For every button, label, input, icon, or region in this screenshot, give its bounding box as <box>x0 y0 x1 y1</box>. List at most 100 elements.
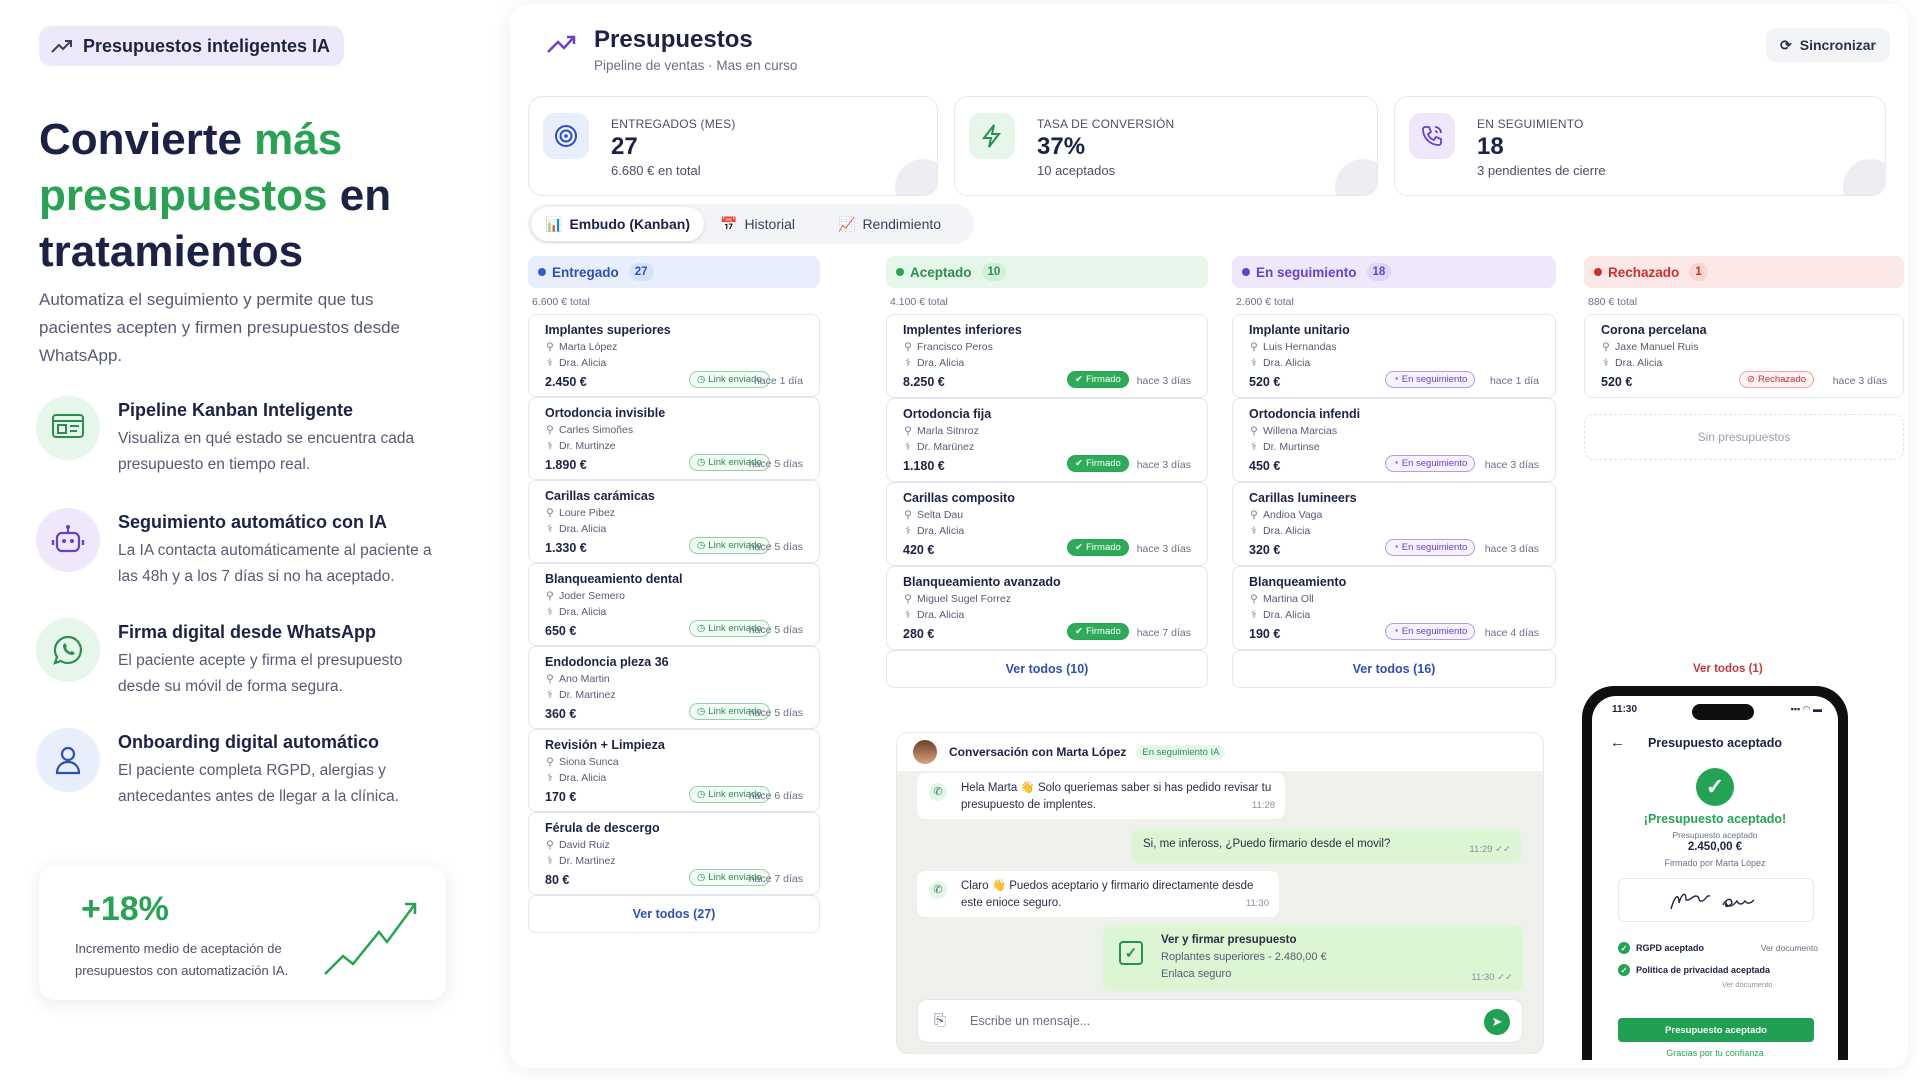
status-icon: ◷ <box>697 789 706 800</box>
quote-price: 80 € <box>545 873 570 887</box>
quote-card[interactable]: Férula de descergo ⚲ David Ruiz ⚕ Dr. Martin… <box>528 812 820 895</box>
quote-card[interactable]: Revisión + Limpieza ⚲ Siona Sunca ⚕ Dra. Ali… <box>528 729 820 812</box>
quote-card[interactable]: Blanqueamiento dental ⚲ Joder Semero ⚕ Dra. … <box>528 563 820 646</box>
rejected-view-all[interactable]: Ver todos (1) <box>1693 663 1763 675</box>
doctor-name: Dra. Alicia <box>559 523 607 535</box>
quote-card[interactable]: Carillas lumineers ⚲ Andioa Vaga ⚕ Dra. Alic… <box>1232 482 1556 566</box>
view-all-link[interactable]: Ver todos (10) <box>886 650 1208 688</box>
quote-age: hace 5 días <box>748 624 803 636</box>
rgpd-label: RGPD aceptado <box>1636 943 1705 953</box>
status-badge: ◔ En seguimiento <box>1385 371 1476 388</box>
column-count: 18 <box>1366 263 1392 281</box>
column-total: 2.600 € total <box>1236 296 1294 308</box>
message-text: Si, me infeross, ¿Puedo firmario desde e… <box>1143 838 1391 850</box>
kpi-sub: 6.680 € en total <box>611 163 701 178</box>
feature-desc: El paciente completa RGPD, alergias y an… <box>118 762 399 805</box>
patient-name: Loure Pibez <box>559 507 616 519</box>
sign-card-link: Enlaca seguro <box>1161 968 1232 980</box>
quote-card[interactable]: Blanqueamiento avanzado ⚲ Miguel Sugel For… <box>886 566 1208 650</box>
patient-name: Martina Oll <box>1263 593 1314 605</box>
status-dot <box>896 268 904 276</box>
patient-row: ⚲ Siona Sunca <box>545 756 618 768</box>
tab-kanban[interactable]: 📊 Embudo (Kanban) <box>531 207 704 241</box>
promo-pill-label: Presupuestos inteligentes IA <box>83 35 331 56</box>
view-document-link[interactable]: Ver documento <box>1722 980 1772 989</box>
quote-card[interactable]: Implante unitario ⚲ Luis Hernandas ⚕ Dra. Al… <box>1232 314 1556 398</box>
user-icon: ⚲ <box>904 341 912 353</box>
message-input[interactable]: ⎘ Escribe un mensaje... ➤ <box>917 999 1523 1043</box>
quote-card[interactable]: Corona percelana ⚲ Jaxe Manuel Ruis ⚕ Dra. A… <box>1584 314 1904 398</box>
stethoscope-icon: ⚕ <box>1251 357 1257 369</box>
quote-card[interactable]: Blanqueamiento ⚲ Martina Oll ⚕ Dra. Alicia 19… <box>1232 566 1556 650</box>
patient-row: ⚲ Selta Dau <box>903 509 963 521</box>
status-icon: ◷ <box>697 540 706 551</box>
tab-historial[interactable]: 📅 Historial <box>706 207 809 241</box>
column-header[interactable]: En seguimiento 18 <box>1232 256 1556 288</box>
stethoscope-icon: ⚕ <box>547 689 553 701</box>
robot-icon <box>36 508 100 572</box>
rgpd-row: ✓ RGPD aceptado Ver documento <box>1618 942 1818 954</box>
quote-price: 1.890 € <box>545 458 587 472</box>
chat-title: Conversación con Marta López <box>949 745 1127 759</box>
quote-treatment: Blanqueamiento <box>1249 575 1347 589</box>
sync-label: Sincronizar <box>1799 37 1876 53</box>
kanban-column: Aceptado 10 4.100 € total Implentes inferio… <box>886 256 1208 688</box>
column-title: Aceptado <box>910 264 972 280</box>
patient-row: ⚲ Willena Marcias <box>1249 425 1337 437</box>
feature-title: Pipeline Kanban Inteligente <box>118 400 354 420</box>
kanban-icon <box>36 396 100 460</box>
column-count: 10 <box>981 263 1007 281</box>
quote-card[interactable]: Implantes superiores ⚲ Marta López ⚕ Dra. Al… <box>528 314 820 397</box>
trend-up-icon <box>547 35 576 53</box>
quote-card[interactable]: Carillas carámicas ⚲ Loure Pibez ⚕ Dra. Alic… <box>528 480 820 563</box>
status-badge: ✔ Firmado <box>1067 371 1129 388</box>
chat-status-badge: En seguimiento IA <box>1136 744 1226 760</box>
view-all-link[interactable]: Ver todos (27) <box>528 895 820 933</box>
column-count: 1 <box>1689 263 1708 281</box>
paperclip-icon[interactable]: ⎘ <box>934 1012 946 1029</box>
doctor-row: ⚕ Dra. Alicia <box>545 772 606 784</box>
doctor-name: Dra. Alicia <box>559 357 607 369</box>
doctor-row: ⚕ Dra. Alicia <box>1601 357 1662 369</box>
send-icon[interactable]: ➤ <box>1484 1009 1510 1035</box>
tab-rendimiento[interactable]: 📈 Rendimiento <box>824 207 955 241</box>
view-document-link[interactable]: Ver documento <box>1761 943 1818 953</box>
feature-title: Onboarding digital automático <box>118 732 379 752</box>
accepted-button[interactable]: Presupuesto aceptado <box>1618 1018 1814 1042</box>
accepted-heading: ¡Presupuesto aceptado! <box>1643 812 1787 826</box>
quote-card[interactable]: Ortodoncia fija ⚲ Marla Sitnroz ⚕ Dr. Marüne… <box>886 398 1208 482</box>
growth-chart-icon <box>324 902 417 975</box>
column-title: Rechazado <box>1608 264 1680 280</box>
status-badge-label: En seguimiento <box>1401 374 1468 385</box>
user-icon: ⚲ <box>546 590 554 602</box>
quote-card[interactable]: Implentes inferiores ⚲ Francisco Peros ⚕ Dra… <box>886 314 1208 398</box>
bolt-icon <box>969 113 1015 159</box>
doctor-name: Dr. Martinez <box>559 689 616 701</box>
column-header[interactable]: Aceptado 10 <box>886 256 1208 288</box>
sync-button[interactable]: ⟳ Sincronizar <box>1766 28 1890 62</box>
privacy-row: ✓ Política de privacidad aceptada <box>1618 964 1818 976</box>
status-badge: ◔ En seguimiento <box>1385 539 1476 556</box>
quote-treatment: Ortodoncia fija <box>903 407 992 421</box>
view-all-link[interactable]: Ver todos (16) <box>1232 650 1556 688</box>
doctor-name: Dra. Alicia <box>917 525 965 537</box>
quote-card[interactable]: Carillas composito ⚲ Selta Dau ⚕ Dra. Alicia… <box>886 482 1208 566</box>
patient-row: ⚲ Jaxe Manuel Ruis <box>1601 341 1698 353</box>
kpi-label: ENTREGADOS (MES) <box>611 117 736 131</box>
chat-sign-card[interactable]: ✓ Ver y firmar presupuesto Roplantes sup… <box>1103 925 1523 991</box>
quote-age: hace 3 días <box>1136 375 1191 387</box>
doctor-name: Dra. Alicia <box>559 772 607 784</box>
stethoscope-icon: ⚕ <box>905 525 911 537</box>
quote-card[interactable]: Ortodoncia infendi ⚲ Willena Marcias ⚕ Dr. M… <box>1232 398 1556 482</box>
column-header[interactable]: Rechazado 1 <box>1584 256 1904 288</box>
message-time: 11:28 <box>1251 800 1275 811</box>
quote-treatment: Carillas lumineers <box>1249 491 1357 505</box>
status-badge-label: En seguimiento <box>1401 626 1468 637</box>
quote-card[interactable]: Ortodoncia invisible ⚲ Carles Simoñes ⚕ Dr. … <box>528 397 820 480</box>
patient-row: ⚲ Miguel Sugel Forrez <box>903 593 1011 605</box>
tab-label: Rendimiento <box>862 216 942 232</box>
column-header[interactable]: Entregado 27 <box>528 256 820 288</box>
quote-card[interactable]: Endodoncia pleza 36 ⚲ Ano Martin ⚕ Dr. Marti… <box>528 646 820 729</box>
status-icon: ⊘ <box>1747 374 1755 385</box>
promo-panel: Presupuestos inteligentes IA Convierte m… <box>0 0 500 1080</box>
